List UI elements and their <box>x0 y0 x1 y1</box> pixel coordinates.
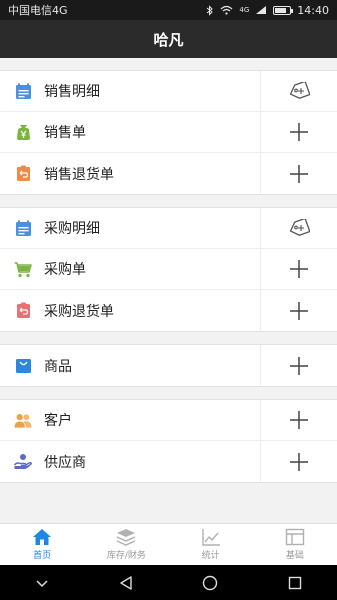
return-icon <box>14 302 32 320</box>
clock: 14:40 <box>297 3 329 17</box>
return-icon <box>14 165 32 183</box>
customers-button[interactable]: 客户 <box>0 400 260 440</box>
recents-icon[interactable] <box>288 576 302 590</box>
layout-icon <box>285 528 305 546</box>
row-label: 销售退货单 <box>44 166 114 183</box>
tab-label: 统计 <box>201 551 220 561</box>
sales-detail-tag-button[interactable] <box>260 71 337 111</box>
row-label: 销售明细 <box>44 84 100 100</box>
bottom-tab-bar: 首页 库存/财务 统计 基础 <box>0 523 337 565</box>
purchase-detail-tag-button[interactable] <box>260 208 337 248</box>
add-supplier-button[interactable] <box>260 441 337 482</box>
plus-icon <box>290 452 308 471</box>
tag-icon <box>289 82 310 99</box>
menu-list: 销售明细 销售单 销售退货单 采购明细 采购单 采购退货单 商品 客户 供应商 <box>0 58 337 483</box>
app-header: 哈凡 <box>0 20 337 58</box>
products-button[interactable]: 商品 <box>0 345 260 386</box>
purchase-group: 采购明细 采购单 采购退货单 <box>0 207 337 332</box>
list-item: 商品 <box>0 345 337 386</box>
home-icon <box>33 529 52 545</box>
shopping-bag-icon <box>14 357 32 375</box>
plus-icon <box>290 356 308 375</box>
add-sales-order-button[interactable] <box>260 112 337 152</box>
status-bar: 中国电信4G 4G 14:40 <box>0 0 337 20</box>
tab-home[interactable]: 首页 <box>0 524 84 565</box>
row-label: 采购单 <box>44 262 86 278</box>
add-purchase-return-button[interactable] <box>260 290 337 331</box>
battery-icon <box>273 5 294 15</box>
add-customer-button[interactable] <box>260 400 337 440</box>
row-label: 采购退货单 <box>44 303 114 320</box>
customers-icon <box>14 411 32 429</box>
plus-icon <box>290 164 308 183</box>
sales-order-button[interactable]: 销售单 <box>0 112 260 152</box>
plus-icon <box>290 301 308 320</box>
add-sales-return-button[interactable] <box>260 153 337 194</box>
list-item: 销售明细 <box>0 71 337 112</box>
row-label: 客户 <box>44 413 72 429</box>
sales-detail-button[interactable]: 销售明细 <box>0 71 260 111</box>
list-item: 客户 <box>0 400 337 441</box>
sales-group: 销售明细 销售单 销售退货单 <box>0 70 337 195</box>
purchase-order-button[interactable]: 采购单 <box>0 249 260 289</box>
product-group: 商品 <box>0 344 337 387</box>
tag-icon <box>289 219 310 236</box>
chevron-down-icon[interactable] <box>35 578 49 588</box>
back-icon[interactable] <box>119 575 133 590</box>
purchase-detail-button[interactable]: 采购明细 <box>0 208 260 248</box>
row-label: 销售单 <box>44 125 86 141</box>
home-circle-icon[interactable] <box>202 575 218 591</box>
list-item: 销售退货单 <box>0 153 337 194</box>
add-purchase-order-button[interactable] <box>260 249 337 289</box>
signal-icon <box>256 6 267 14</box>
page-title: 哈凡 <box>153 30 184 49</box>
tab-label: 基础 <box>285 551 304 561</box>
supplier-icon <box>14 453 32 471</box>
sales-return-button[interactable]: 销售退货单 <box>0 153 260 194</box>
list-item: 销售单 <box>0 112 337 153</box>
list-item: 采购明细 <box>0 208 337 249</box>
plus-icon <box>290 260 308 278</box>
purchase-return-button[interactable]: 采购退货单 <box>0 290 260 331</box>
cart-icon <box>14 260 32 278</box>
row-label: 供应商 <box>44 454 86 471</box>
suppliers-button[interactable]: 供应商 <box>0 441 260 482</box>
status-icons: 4G 14:40 <box>206 4 329 17</box>
wifi-icon <box>221 5 233 15</box>
tab-inventory-finance[interactable]: 库存/财务 <box>84 524 168 565</box>
tab-label: 首页 <box>33 551 52 561</box>
tab-basics[interactable]: 基础 <box>253 524 337 565</box>
list-item: 采购单 <box>0 249 337 290</box>
list-item: 采购退货单 <box>0 290 337 331</box>
contacts-group: 客户 供应商 <box>0 399 337 483</box>
yuan-bag-icon <box>14 123 32 141</box>
network-badge: 4G <box>239 6 250 14</box>
plus-icon <box>290 123 308 141</box>
carrier-label: 中国电信4G <box>8 4 68 17</box>
row-label: 采购明细 <box>44 221 100 237</box>
chart-icon <box>201 529 220 546</box>
tab-statistics[interactable]: 统计 <box>169 524 253 565</box>
row-label: 商品 <box>44 358 72 375</box>
list-item: 供应商 <box>0 441 337 482</box>
bluetooth-icon <box>207 4 214 16</box>
plus-icon <box>290 411 308 429</box>
add-product-button[interactable] <box>260 345 337 386</box>
calendar-icon <box>14 82 32 100</box>
layers-icon <box>117 529 136 546</box>
calendar-icon <box>14 219 32 237</box>
tab-label: 库存/财务 <box>106 551 146 561</box>
system-nav-bar <box>0 565 337 600</box>
